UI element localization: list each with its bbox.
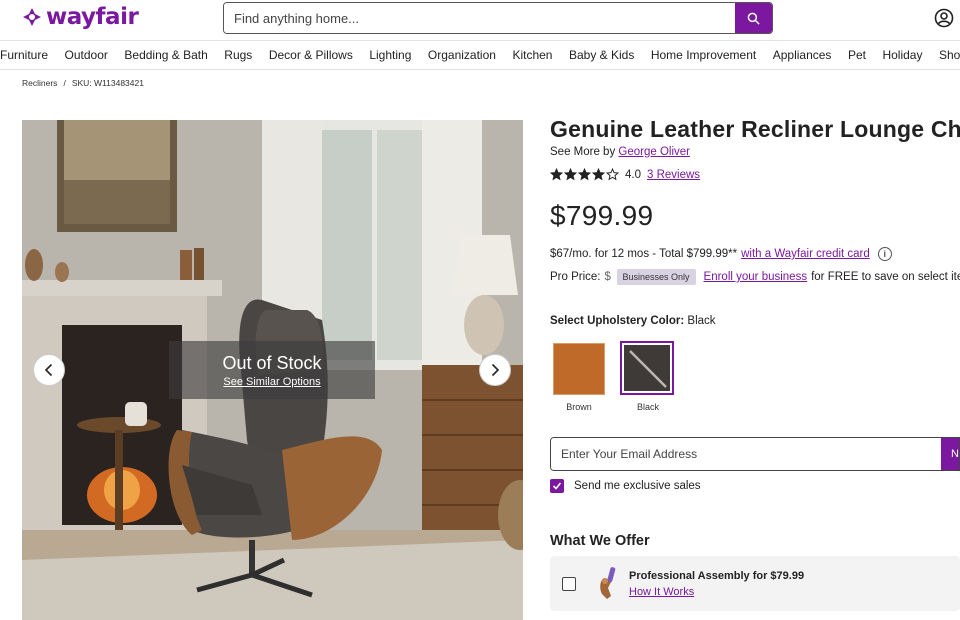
breadcrumb-category-link[interactable]: Recliners [22,78,57,88]
nav-item-kitchen[interactable]: Kitchen [512,48,552,62]
out-of-stock-overlay: Out of Stock See Similar Options [169,341,375,399]
reviews-link[interactable]: 3 Reviews [647,169,700,181]
product-image-gallery: Out of Stock See Similar Options [22,120,523,620]
chevron-right-icon [491,363,500,377]
out-of-stock-title: Out of Stock [222,353,322,373]
color-select-label: Select Upholstery Color: Black [550,315,716,327]
nav-item-appliances[interactable]: Appliances [773,48,832,62]
nav-item-outdoor[interactable]: Outdoor [65,48,108,62]
product-price: $799.99 [550,200,654,231]
assembly-offer-title: Professional Assembly for $79.99 [629,570,805,582]
nav-item-home-improvement[interactable]: Home Improvement [651,48,756,62]
star-filled-icon [578,168,591,181]
nav-item-shop-by-room[interactable]: Shop by Room [939,48,960,62]
email-signup: N [550,437,960,471]
nav-item-furniture[interactable]: Furniture [0,48,48,62]
product-title: Genuine Leather Recliner Lounge Chair [550,116,960,142]
search-icon [747,12,760,25]
color-swatch-brown-label: Brown [566,402,592,412]
product-rating: 4.0 3 Reviews [550,168,700,181]
checkmark-icon [552,482,562,490]
breadcrumb: Recliners / SKU: W113483421 [22,78,144,88]
email-submit-button[interactable]: N [941,438,959,470]
wayfair-logo-text: wayfair [46,4,139,30]
nav-item-baby-kids[interactable]: Baby & Kids [569,48,634,62]
star-filled-icon [564,168,577,181]
color-swatch-brown[interactable] [553,343,605,395]
see-more-prefix: See More by [550,146,616,158]
email-input[interactable] [551,438,941,470]
financing-text: $67/mo. for 12 mos - Total $799.99** [550,248,738,260]
nav-item-rugs[interactable]: Rugs [224,48,252,62]
breadcrumb-sku: SKU: W113483421 [71,78,144,88]
info-icon[interactable]: i [877,247,892,261]
how-it-works-link[interactable]: How It Works [629,586,694,598]
nav-item-lighting[interactable]: Lighting [369,48,411,62]
opt-in-label: Send me exclusive sales [574,480,701,492]
search-bar [223,2,773,34]
rating-value: 4.0 [625,168,641,181]
credit-card-link[interactable]: with a Wayfair credit card [741,248,870,260]
selected-color: Black [687,315,716,327]
next-image-button[interactable] [479,354,511,386]
see-more-by: See More by George Oliver [550,146,690,158]
color-swatch-black[interactable] [620,341,674,395]
assembly-tool-icon [596,566,620,600]
exclusive-sales-opt-in[interactable]: Send me exclusive sales [550,479,701,493]
category-nav: Furniture Outdoor Bedding & Bath Rugs De… [0,40,960,70]
opt-in-checkbox[interactable] [550,479,564,493]
pro-price-label: Pro Price: [550,271,601,283]
star-empty-icon [606,168,619,181]
nav-item-bedding-bath[interactable]: Bedding & Bath [124,48,207,62]
color-swatch-black-label: Black [636,402,659,412]
search-input[interactable] [224,3,735,33]
account-button[interactable] [934,8,954,28]
nav-item-holiday[interactable]: Holiday [882,48,922,62]
financing-offer: $67/mo. for 12 mos - Total $799.99** wit… [550,247,892,261]
account-icon [934,8,954,28]
businesses-only-badge: Businesses Only [616,269,696,285]
selected-swatch-sheen [629,350,667,388]
wayfair-logo-icon [22,7,42,27]
see-similar-options-link[interactable]: See Similar Options [169,376,375,388]
pro-price-row: Pro Price: $ Businesses Only Enroll your… [550,269,960,285]
star-filled-icon [550,168,563,181]
search-button[interactable] [735,3,772,33]
nav-item-decor-pillows[interactable]: Decor & Pillows [269,48,353,62]
breadcrumb-separator: / [63,78,66,88]
nav-item-organization[interactable]: Organization [428,48,496,62]
chevron-left-icon [44,363,53,377]
rating-stars [550,168,619,181]
what-we-offer-heading: What We Offer [550,533,650,549]
star-filled-icon [592,168,605,181]
previous-image-button[interactable] [33,354,65,386]
pro-price-value: $ [604,271,611,283]
brand-link[interactable]: George Oliver [618,146,690,158]
enroll-suffix: for FREE to save on select items. [811,271,960,283]
color-select-title: Select Upholstery Color: [550,315,685,327]
enroll-business-link[interactable]: Enroll your business [704,271,808,283]
assembly-checkbox[interactable] [562,577,576,591]
wayfair-logo[interactable]: wayfair [22,4,139,30]
nav-item-pet[interactable]: Pet [848,48,866,62]
